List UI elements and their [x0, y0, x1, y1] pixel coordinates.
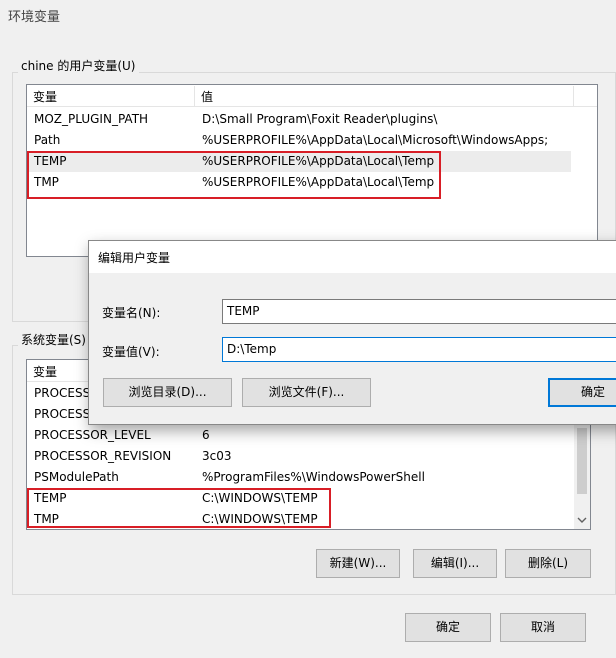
browse-directory-button[interactable]: 浏览目录(D)...	[103, 378, 232, 407]
variable-name-label: 变量名(N):	[102, 306, 161, 320]
cancel-button[interactable]: 取消	[500, 613, 586, 642]
var-value: %ProgramFiles%\WindowsPowerShell	[202, 470, 425, 484]
browse-file-button[interactable]: 浏览文件(F)...	[242, 378, 371, 407]
dialog-title: 编辑用户变量	[98, 251, 171, 265]
highlight-box	[27, 151, 441, 199]
column-header-name[interactable]: 变量	[33, 363, 57, 380]
var-value: %USERPROFILE%\AppData\Local\Microsoft\Wi…	[202, 133, 549, 147]
list-item[interactable]: PROCESSOR_LEVEL 6	[27, 425, 590, 446]
var-value: D:\Small Program\Foxit Reader\plugins\	[202, 112, 438, 126]
list-item[interactable]: MOZ_PLUGIN_PATH D:\Small Program\Foxit R…	[27, 109, 597, 130]
list-item[interactable]: Path %USERPROFILE%\AppData\Local\Microso…	[27, 130, 597, 151]
list-item[interactable]: PROCESSOR_REVISION 3c03	[27, 446, 590, 467]
window-title: 环境变量	[8, 10, 61, 25]
delete-button[interactable]: 删除(L)	[505, 549, 591, 578]
dialog-ok-button[interactable]: 确定	[548, 378, 616, 407]
highlight-box	[27, 488, 331, 528]
scrollbar-thumb[interactable]	[577, 428, 587, 494]
new-button[interactable]: 新建(W)...	[316, 549, 400, 578]
ok-button[interactable]: 确定	[405, 613, 491, 642]
var-name: PROCESSOR_REVISION	[34, 449, 172, 463]
var-name: PROCESSOR_LEVEL	[34, 428, 151, 442]
var-name: Path	[34, 133, 61, 147]
var-value: 3c03	[202, 449, 232, 463]
system-vars-group-label: 系统变量(S)	[18, 331, 89, 348]
dialog-titlebar[interactable]: 编辑用户变量	[89, 241, 616, 273]
edit-variable-dialog: 编辑用户变量 变量名(N): TEMP 变量值(V): D:\Temp 浏览目录…	[88, 240, 616, 425]
variable-value-input[interactable]: D:\Temp	[222, 337, 616, 362]
edit-button[interactable]: 编辑(I)...	[413, 549, 497, 578]
column-divider[interactable]	[194, 86, 195, 106]
column-header-name[interactable]: 变量	[33, 88, 57, 105]
variable-name-input[interactable]: TEMP	[222, 299, 616, 324]
column-divider[interactable]	[573, 86, 574, 106]
user-vars-header: 变量 值	[27, 85, 597, 107]
column-header-value[interactable]: 值	[201, 88, 213, 105]
user-vars-group-label: chine 的用户变量(U)	[18, 57, 139, 74]
list-item[interactable]: PSModulePath %ProgramFiles%\WindowsPower…	[27, 467, 590, 488]
var-name: PSModulePath	[34, 470, 119, 484]
var-name: MOZ_PLUGIN_PATH	[34, 112, 149, 126]
var-value: 6	[202, 428, 210, 442]
variable-value-label: 变量值(V):	[102, 345, 160, 359]
chevron-down-icon[interactable]	[574, 512, 590, 528]
